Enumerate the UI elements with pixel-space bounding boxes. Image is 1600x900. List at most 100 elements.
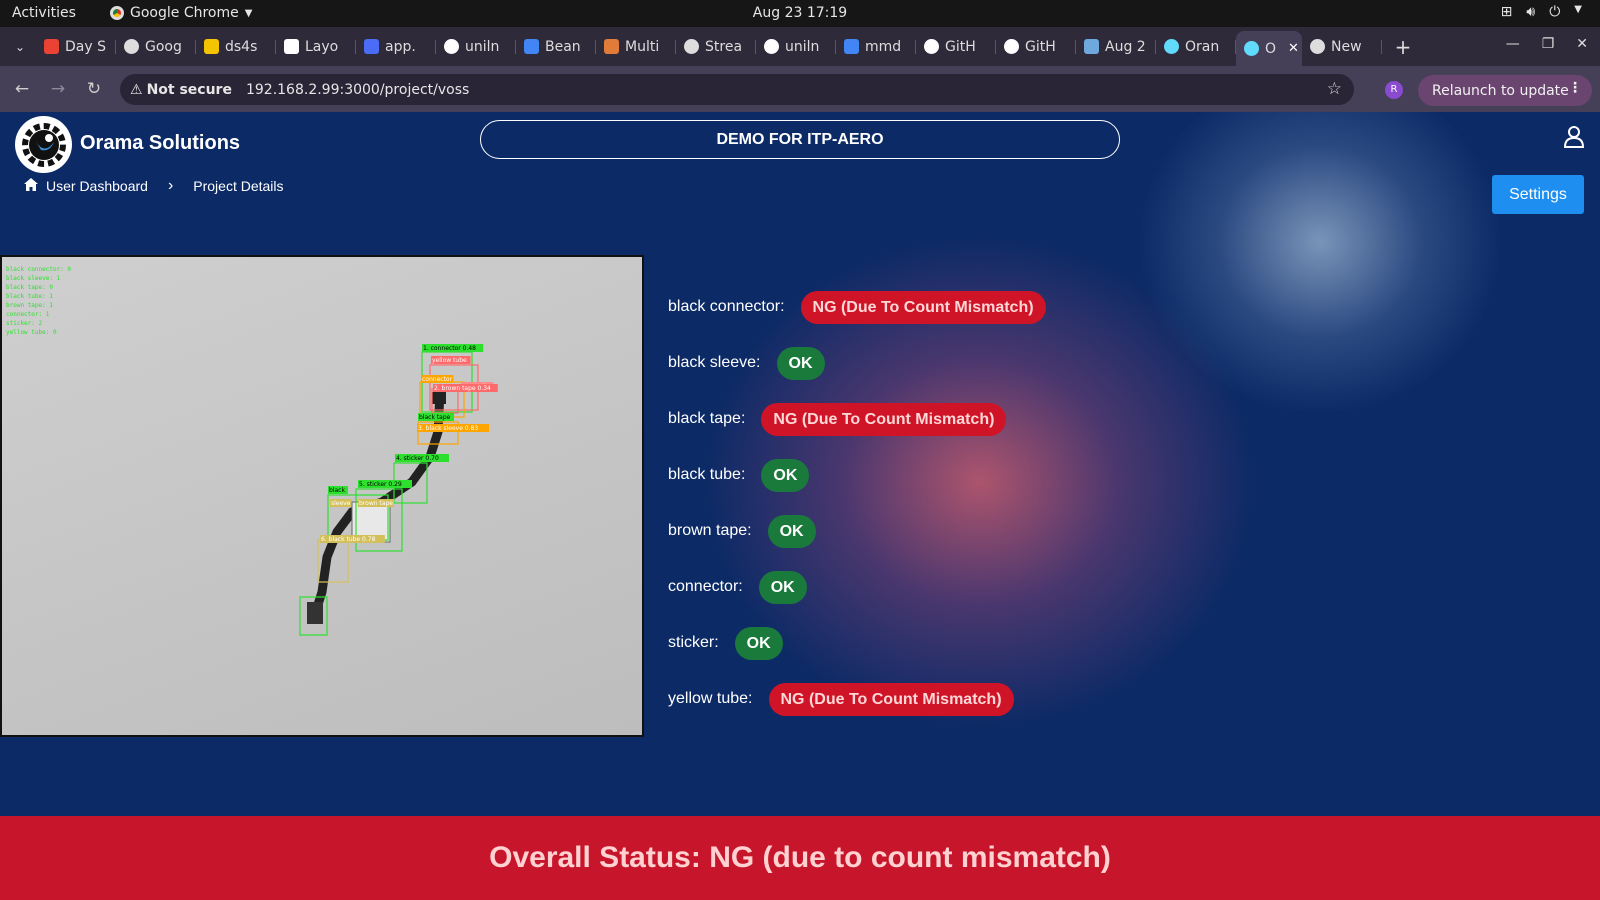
app-viewport: Orama Solutions DEMO FOR ITP-AERO User D… (0, 112, 1600, 900)
tab-label: Strea (705, 38, 743, 55)
url-text: 192.168.2.99:3000/project/voss (245, 81, 470, 98)
result-row: yellow tube: NG (Due To Count Mismatch) (668, 671, 1046, 727)
forward-icon[interactable]: → (40, 79, 76, 99)
result-label: brown tape: (668, 522, 752, 539)
relaunch-label: Relaunch to update (1432, 82, 1569, 99)
result-row: black sleeve: OK (668, 335, 1046, 391)
tab-label: ds4s (225, 38, 258, 55)
browser-tab[interactable]: app. (356, 31, 436, 62)
breadcrumb-project-details: Project Details (193, 178, 284, 194)
react-icon (1164, 39, 1179, 54)
user-icon[interactable] (1563, 126, 1585, 152)
overlay-count-text: brown tape: 1 (6, 302, 53, 309)
detection-label: sleeve (331, 500, 351, 507)
tab-label: Oran (1185, 38, 1220, 55)
result-label: black tape: (668, 410, 746, 427)
github-icon (444, 39, 459, 54)
browser-tab[interactable]: uniln (436, 31, 516, 62)
status-badge: NG (Due To Count Mismatch) (761, 402, 1007, 436)
browser-tab[interactable]: Multi (596, 31, 676, 62)
clock[interactable]: Aug 23 17:19 (0, 5, 1600, 21)
google-icon (844, 39, 859, 54)
status-badge: OK (734, 626, 783, 660)
github-icon (764, 39, 779, 54)
tab-label: GitH (945, 38, 976, 55)
chevron-down-icon: ▼ (1574, 4, 1582, 15)
power-icon: ⏻ (1549, 4, 1561, 20)
close-icon[interactable]: ✕ (1576, 36, 1588, 52)
system-tray[interactable]: ⊞ 🔊︎ ⏻ ▼ (1501, 4, 1582, 20)
detection-label: black tape (419, 414, 451, 421)
browser-toolbar: ← → ↻ ⚠ Not secure 192.168.2.99:3000/pro… (0, 66, 1600, 112)
result-label: connector: (668, 578, 743, 595)
medium-icon (284, 39, 299, 54)
detection-label: 6. black tube 0.78 (321, 536, 376, 543)
reload-icon[interactable]: ↻ (76, 79, 112, 99)
multi-icon (604, 39, 619, 54)
tab-label: Goog (145, 38, 182, 55)
not-secure-label: Not secure (146, 81, 232, 98)
browser-tab[interactable]: Aug 2 (1076, 31, 1156, 62)
detection-label: black (329, 487, 345, 494)
browser-tab[interactable]: Day S (36, 31, 116, 62)
relaunch-button[interactable]: Relaunch to update ⋮ (1418, 75, 1592, 106)
tab-label: uniln (465, 38, 500, 55)
browser-tab[interactable]: ds4s (196, 31, 276, 62)
overlay-count-text: sticker: 2 (6, 320, 43, 327)
detection-label: 3. black sleeve 0.83 (418, 425, 478, 432)
tab-search-button[interactable]: ⌄ (4, 32, 36, 62)
tab-label: O (1265, 40, 1277, 57)
google-icon (524, 39, 539, 54)
bookmark-star-icon[interactable]: ☆ (1327, 79, 1342, 99)
tab-label: Layo (305, 38, 339, 55)
overall-status-banner: Overall Status: NG (due to count mismatc… (0, 816, 1600, 900)
warning-icon: ⚠ (130, 81, 143, 98)
result-label: black tube: (668, 466, 746, 483)
back-icon[interactable]: ← (4, 79, 40, 99)
detection-label: 4. sticker 0.70 (396, 455, 439, 462)
tab-active[interactable]: O ✕ (1236, 31, 1302, 66)
detection-label: yellow tube (432, 357, 467, 364)
browser-tab[interactable]: GitH (996, 31, 1076, 62)
result-row: brown tape: OK (668, 503, 1046, 559)
browser-tab[interactable]: mmd (836, 31, 916, 62)
overlay-count-text: black connector: 0 (6, 266, 71, 273)
browser-tab[interactable]: New (1302, 31, 1382, 62)
browser-tab[interactable]: GitH (916, 31, 996, 62)
github-icon (924, 39, 939, 54)
new-tab-button[interactable]: + (1390, 35, 1416, 59)
address-bar[interactable]: ⚠ Not secure 192.168.2.99:3000/project/v… (120, 74, 1354, 105)
close-tab-icon[interactable]: ✕ (1288, 41, 1299, 56)
tab-label: uniln (785, 38, 820, 55)
minimize-icon[interactable]: — (1506, 36, 1520, 52)
overlay-count-text: black sleeve: 1 (6, 275, 61, 282)
detection-label: connector (422, 376, 453, 383)
breadcrumb: User Dashboard › Project Details (24, 177, 284, 195)
maximize-icon[interactable]: ❐ (1542, 36, 1555, 52)
browser-tab[interactable]: Oran (1156, 31, 1236, 62)
app-icon (364, 39, 379, 54)
browser-tab[interactable]: Layo (276, 31, 356, 62)
status-badge: OK (761, 458, 810, 492)
tab-label: Multi (625, 38, 660, 55)
status-badge: OK (776, 346, 825, 380)
settings-button[interactable]: Settings (1492, 175, 1584, 214)
home-icon (24, 178, 38, 194)
detection-label: 5. sticker 0.29 (359, 481, 402, 488)
profile-avatar[interactable]: R (1385, 81, 1403, 99)
browser-tab[interactable]: Goog (116, 31, 196, 62)
browser-tab[interactable]: uniln (756, 31, 836, 62)
security-indicator[interactable]: ⚠ Not secure (130, 82, 232, 98)
results-list: black connector: NG (Due To Count Mismatc… (668, 279, 1046, 727)
react-icon (1244, 41, 1259, 56)
browser-tab[interactable]: Bean (516, 31, 596, 62)
tab-label: Bean (545, 38, 581, 55)
brand-logo[interactable] (15, 116, 72, 173)
breadcrumb-user-dashboard[interactable]: User Dashboard (46, 178, 148, 194)
browser-tab[interactable]: Strea (676, 31, 756, 62)
overlay-count-text: yellow tube: 0 (6, 329, 57, 336)
overlay-count-text: connector: 1 (6, 311, 50, 318)
result-label: sticker: (668, 634, 719, 651)
github-icon (1004, 39, 1019, 54)
project-title: DEMO FOR ITP-AERO (480, 120, 1120, 159)
